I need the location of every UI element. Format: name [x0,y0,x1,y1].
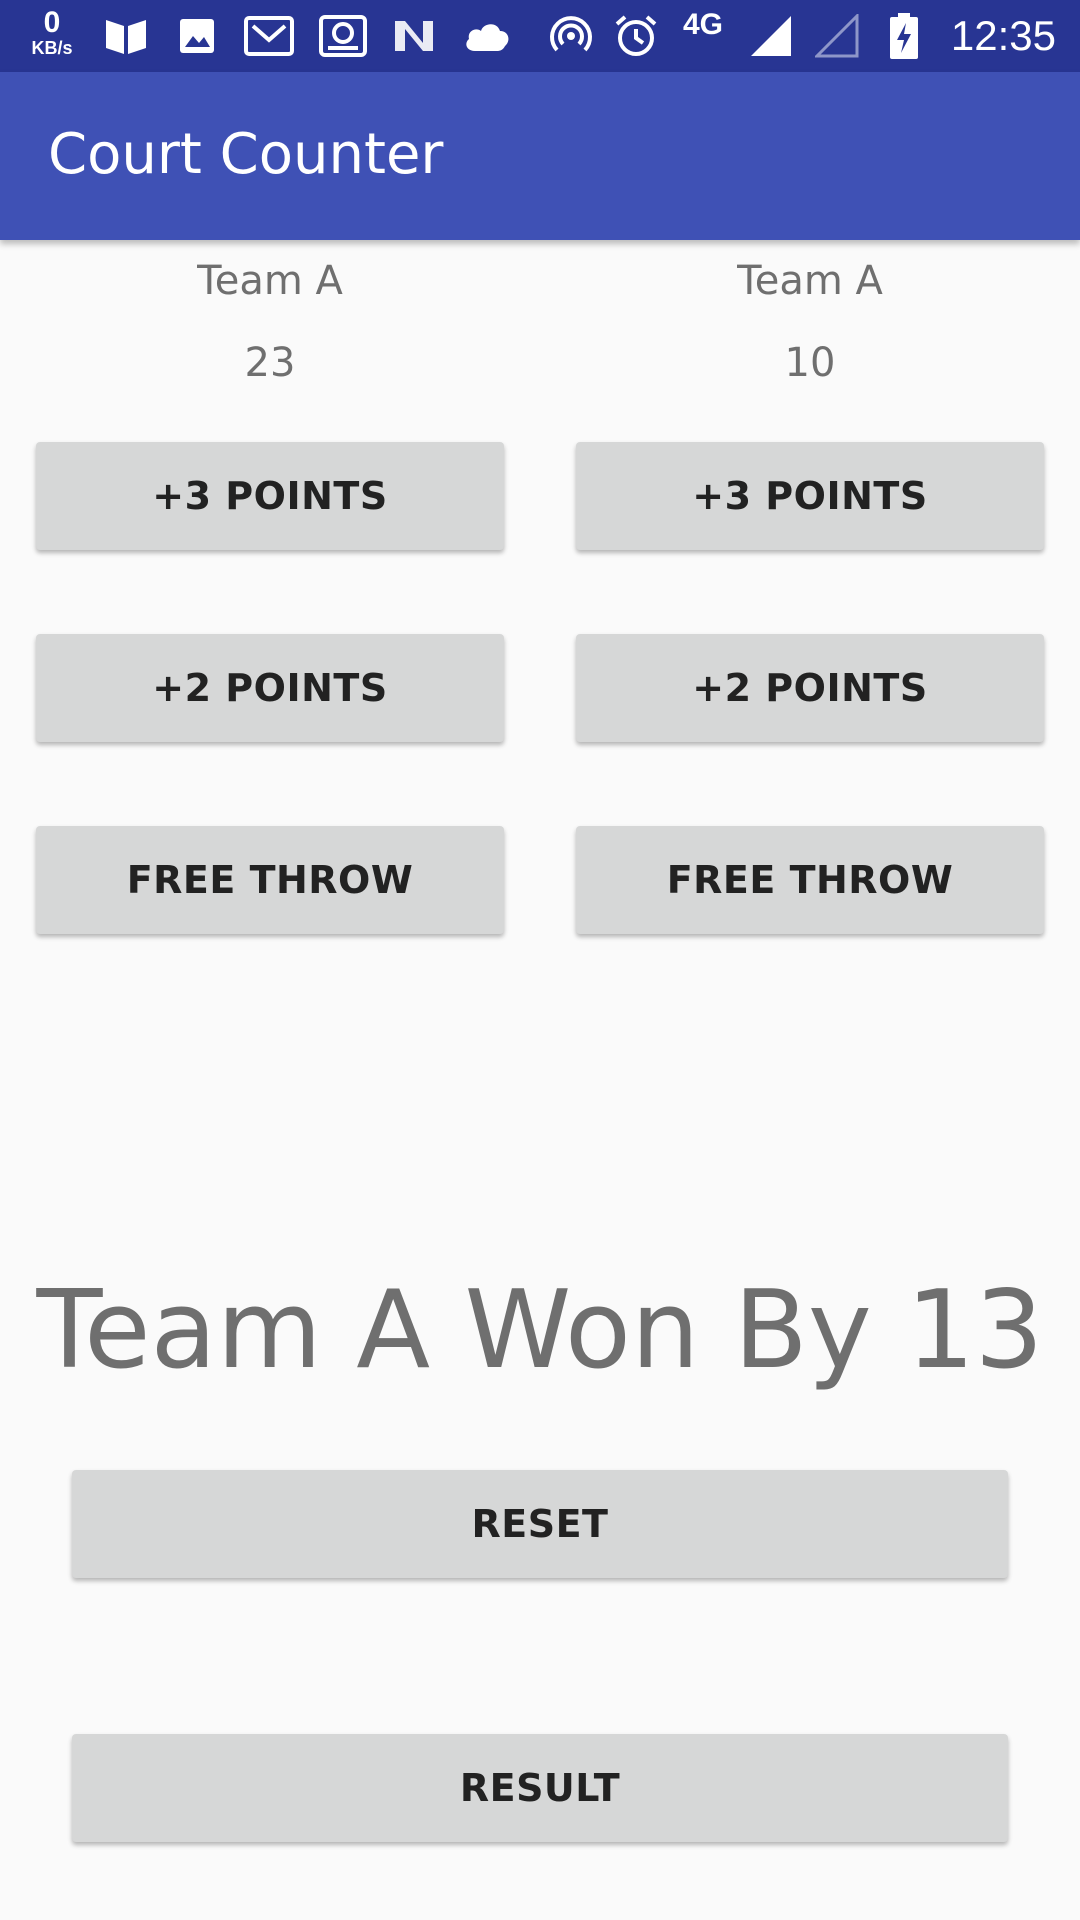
team-right-free-throw-button[interactable]: FREE THROW [576,826,1044,934]
network-speed-indicator: 0 KB/s [24,6,80,59]
signal-icon [748,14,796,58]
book-icon [100,14,152,58]
result-button[interactable]: RESULT [72,1734,1008,1842]
app-n-icon [390,14,438,58]
app-bar: Court Counter [0,72,1080,240]
image-icon [174,14,220,58]
app-title: Court Counter [48,122,444,187]
network-speed-unit: KB/s [31,38,73,58]
status-bar: 0 KB/s 4G 12:35 [0,0,1080,72]
team-left-score: 23 [244,340,296,386]
mail-icon [242,14,296,58]
team-left-two-points-button[interactable]: +2 POINTS [36,634,504,742]
reset-button[interactable]: RESET [72,1470,1008,1578]
alarm-icon [612,14,660,58]
result-message: Team A Won By 13 [36,1268,1044,1393]
cloud-icon [460,14,514,58]
team-left-free-throw-button[interactable]: FREE THROW [36,826,504,934]
status-time: 12:35 [950,12,1056,59]
network-type-label: 4G [683,8,724,41]
team-right-two-points-button[interactable]: +2 POINTS [576,634,1044,742]
backup-drive-icon [316,14,370,58]
signal-empty-icon [814,14,862,58]
team-left-three-points-button[interactable]: +3 POINTS [36,442,504,550]
team-right-score: 10 [784,340,836,386]
team-right-name: Team A [737,258,883,304]
network-speed-value: 0 [43,6,61,39]
team-right-three-points-button[interactable]: +3 POINTS [576,442,1044,550]
battery-charging-icon [884,13,924,59]
team-left-name: Team A [197,258,343,304]
hotspot-icon [546,14,596,58]
